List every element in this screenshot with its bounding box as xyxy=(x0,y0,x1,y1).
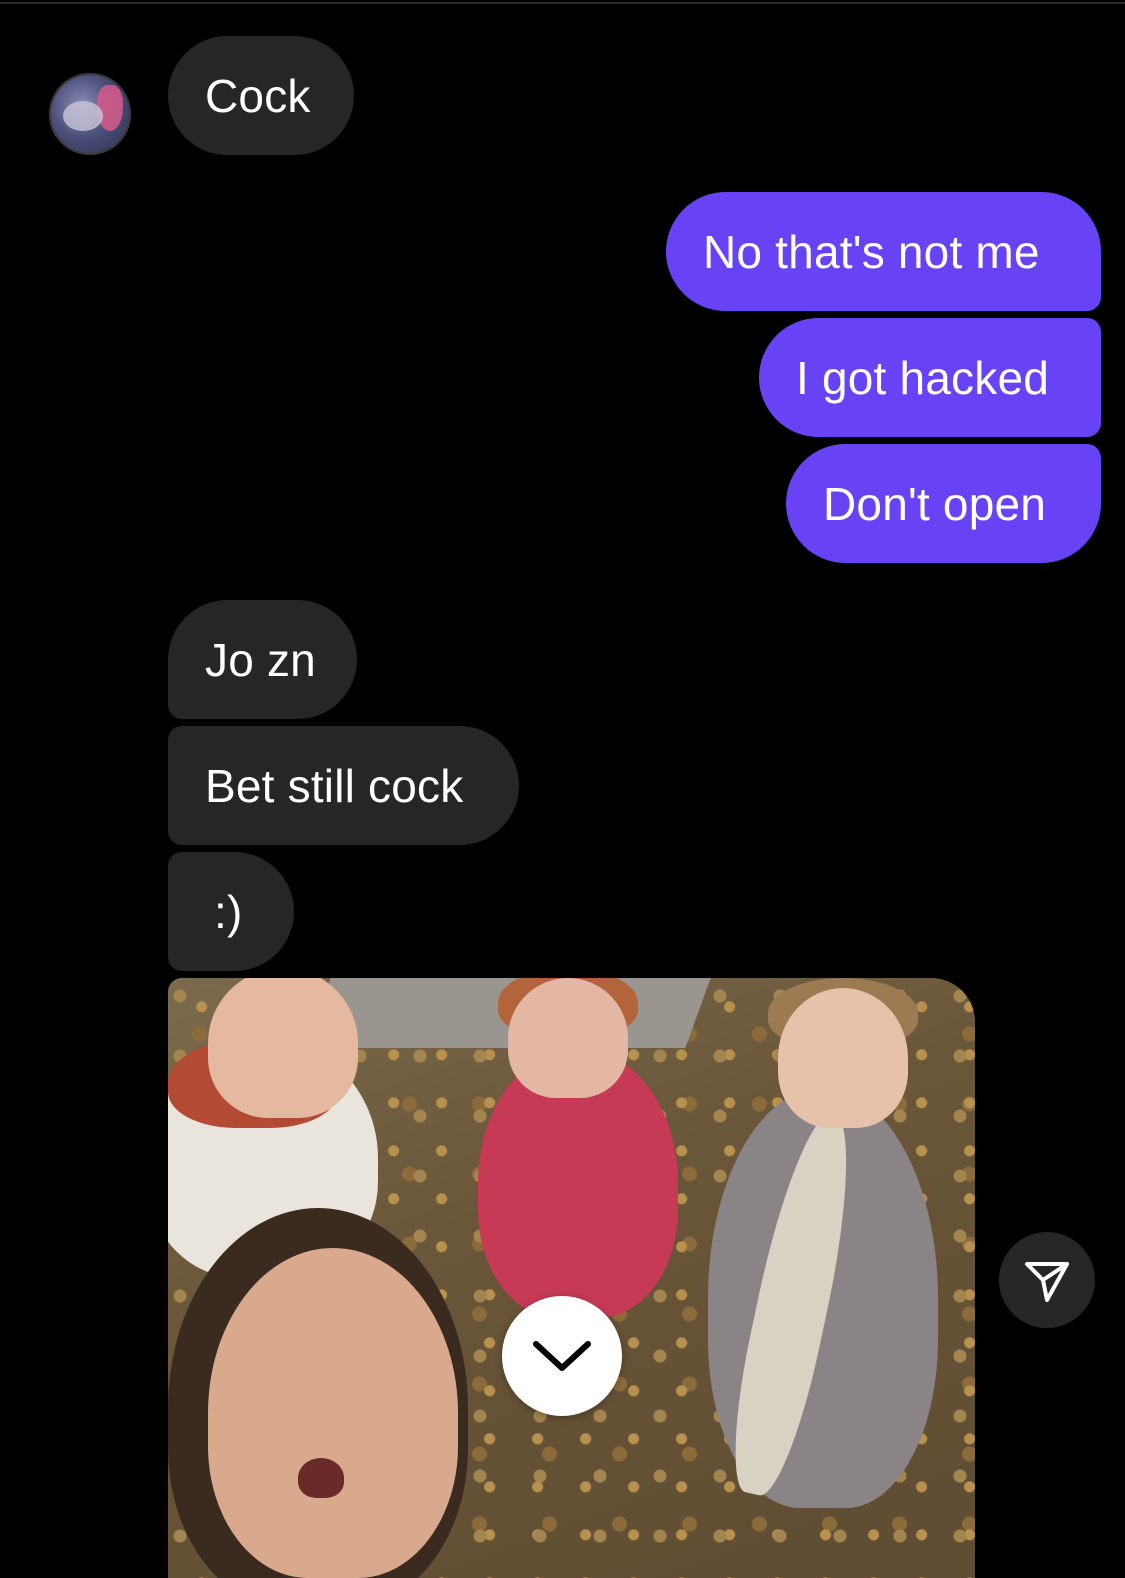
photo-person xyxy=(298,1458,344,1498)
message-text: :) xyxy=(214,885,243,938)
photo-person xyxy=(508,978,628,1098)
message-text: Jo zn xyxy=(205,633,316,686)
message-bubble-incoming[interactable]: Jo zn xyxy=(168,600,357,719)
message-bubble-outgoing[interactable]: No that's not me xyxy=(666,192,1101,311)
paper-plane-icon xyxy=(1025,1262,1069,1302)
photo-person xyxy=(208,978,358,1118)
message-text: Cock xyxy=(205,69,311,122)
message-text: Don't open xyxy=(823,477,1047,530)
message-bubble-incoming[interactable]: :) xyxy=(168,852,294,971)
message-text: No that's not me xyxy=(703,225,1040,278)
photo-message[interactable] xyxy=(168,978,975,1578)
share-button[interactable] xyxy=(999,1232,1095,1328)
message-bubble-outgoing[interactable]: Don't open xyxy=(786,444,1101,563)
message-bubble-outgoing[interactable]: I got hacked xyxy=(759,318,1101,437)
message-text: Bet still cock xyxy=(205,759,464,812)
top-divider xyxy=(0,2,1125,4)
scroll-to-bottom-button[interactable] xyxy=(502,1296,622,1416)
sender-avatar[interactable] xyxy=(49,73,131,155)
message-bubble-incoming[interactable]: Cock xyxy=(168,36,354,155)
chevron-down-icon xyxy=(533,1341,591,1371)
message-bubble-incoming[interactable]: Bet still cock xyxy=(168,726,519,845)
photo-person xyxy=(778,988,908,1128)
message-text: I got hacked xyxy=(796,351,1050,404)
